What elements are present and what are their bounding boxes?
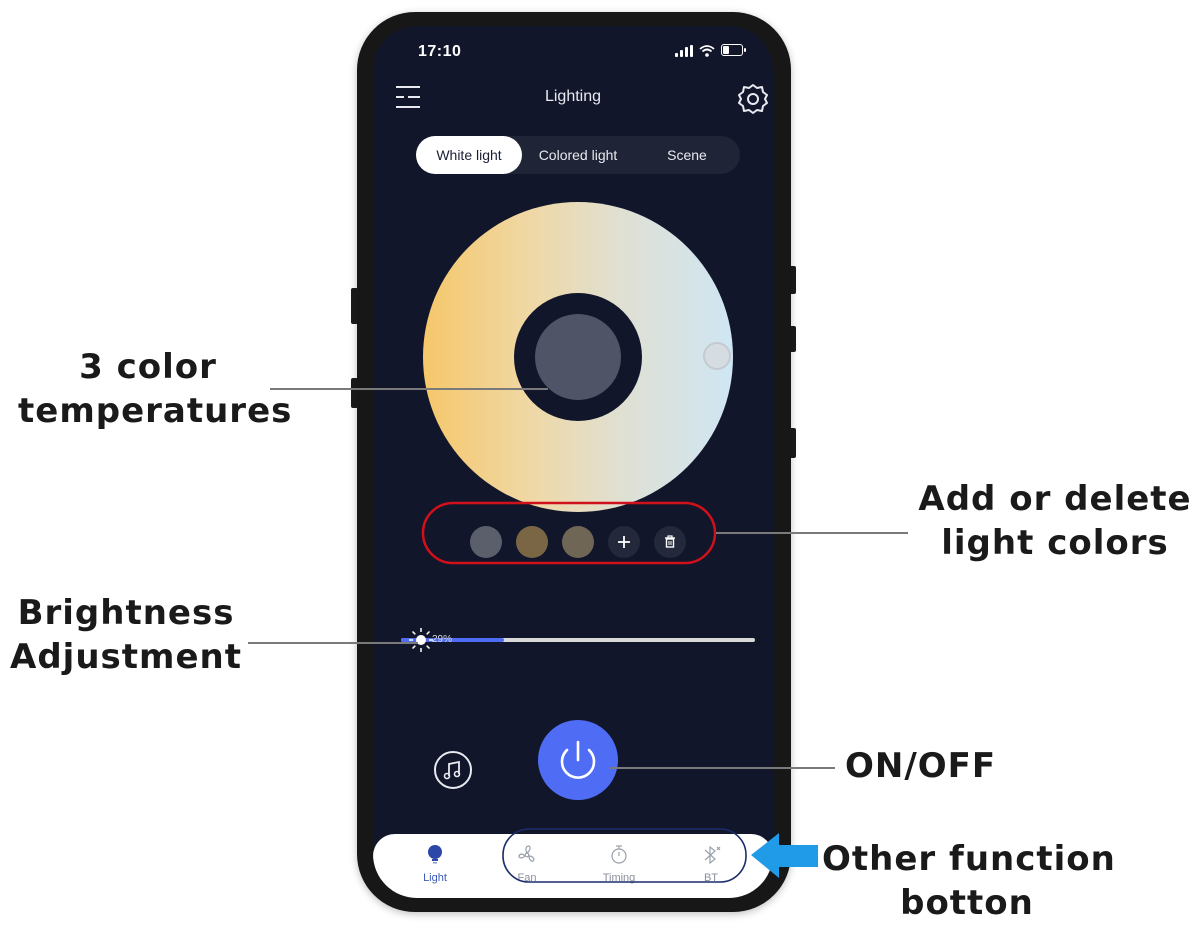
gear-icon[interactable]: [736, 82, 770, 116]
nav-label-timing: Timing: [602, 872, 636, 884]
color-preset-1[interactable]: [470, 526, 502, 558]
callout-line: Add or delete: [918, 479, 1192, 519]
leader-line-add-delete: [716, 532, 908, 534]
brightness-value: 29%: [432, 634, 453, 645]
callout-line: Brightness: [17, 593, 235, 633]
tab-scene[interactable]: Scene: [634, 136, 740, 174]
callout-line: Other function: [822, 839, 1116, 879]
nav-bt[interactable]: BT: [679, 834, 743, 898]
bulb-icon: [428, 845, 442, 864]
callout-line: botton: [900, 882, 1034, 923]
timer-icon: [611, 845, 627, 864]
color-preset-3[interactable]: [562, 526, 594, 558]
bottom-nav: Light Fan Timing BT: [373, 834, 773, 898]
callout-line: 3 color: [79, 347, 217, 387]
bluetooth-off-icon: [704, 845, 721, 865]
music-note-icon: [443, 760, 461, 780]
status-icons: [675, 44, 746, 57]
nav-fan[interactable]: Fan: [495, 834, 559, 898]
plus-icon: [618, 535, 630, 548]
brightness-slider[interactable]: [401, 638, 755, 642]
music-mode-button[interactable]: [434, 751, 472, 789]
fan-icon: [518, 845, 535, 862]
color-preset-2[interactable]: [516, 526, 548, 558]
callout-line: light colors: [941, 522, 1169, 563]
signal-icon: [675, 45, 693, 57]
callout-onoff: ON/OFF: [845, 745, 996, 789]
color-temperature-wheel[interactable]: [423, 202, 733, 512]
callout-line: ON/OFF: [845, 746, 997, 786]
phone-frame: 17:10 Lighting White light Colored light…: [357, 12, 791, 912]
power-icon: [560, 740, 596, 779]
nav-light[interactable]: Light: [403, 834, 467, 898]
tab-colored-light[interactable]: Colored light: [522, 136, 634, 174]
add-color-button[interactable]: [608, 526, 640, 558]
tab-white-light[interactable]: White light: [416, 136, 522, 174]
status-time: 17:10: [418, 43, 462, 60]
wifi-icon: [699, 45, 715, 57]
nav-label-fan: Fan: [517, 872, 537, 884]
leader-line-onoff: [610, 767, 835, 769]
sun-icon[interactable]: [407, 626, 435, 654]
callout-line: temperatures: [18, 390, 293, 431]
page-title: Lighting: [544, 88, 602, 105]
leader-line-brightness: [248, 642, 418, 644]
color-temperature-handle[interactable]: [703, 342, 731, 370]
nav-timing[interactable]: Timing: [587, 834, 651, 898]
nav-label-bt: BT: [703, 872, 719, 884]
callout-brightness: Brightness Adjustment: [10, 592, 242, 679]
nav-label-light: Light: [423, 872, 447, 884]
light-mode-tabs: White light Colored light Scene: [416, 136, 740, 174]
callout-line: Adjustment: [10, 636, 242, 677]
callout-other-functions: Other function botton: [822, 838, 1116, 925]
delete-color-button[interactable]: [654, 526, 686, 558]
leader-line-color-temp: [270, 388, 548, 390]
power-button[interactable]: [538, 720, 618, 800]
trash-icon: [665, 535, 675, 548]
callout-color-temperatures: 3 color temperatures: [18, 346, 293, 433]
callout-add-delete: Add or delete light colors: [918, 478, 1192, 565]
battery-icon: [721, 44, 746, 56]
